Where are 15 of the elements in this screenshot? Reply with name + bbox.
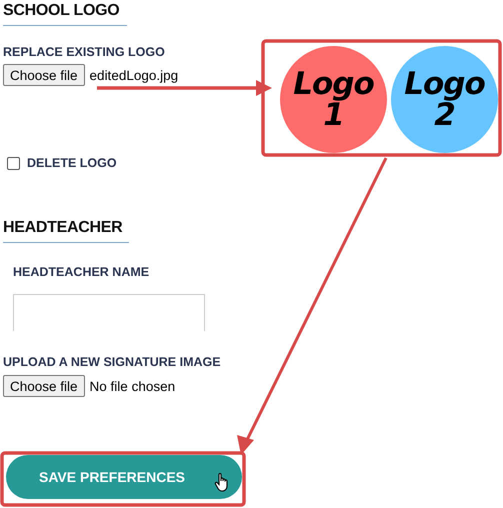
- section-heading: SCHOOL LOGO: [3, 1, 120, 20]
- field-label: REPLACE EXISTING LOGO: [3, 45, 166, 59]
- hand-cursor-icon: [214, 472, 230, 492]
- logo: Logo 1: [280, 46, 387, 153]
- checkbox-label: DELETE LOGO: [27, 156, 117, 170]
- checkbox[interactable]: [7, 156, 20, 170]
- field-label: HEADTEACHER NAME: [13, 265, 150, 279]
- choose-file-button[interactable]: Choose file: [3, 64, 85, 86]
- logo: Logo 2: [391, 46, 498, 153]
- field-label: UPLOAD A NEW SIGNATURE IMAGE: [3, 355, 222, 369]
- file-name: No file chosen: [90, 378, 176, 394]
- name-input-field[interactable]: [13, 294, 205, 331]
- file-name: editedLogo.jpg: [90, 68, 178, 82]
- choose-file-button[interactable]: Choose file: [3, 375, 85, 397]
- section-heading: HEADTEACHER: [3, 218, 124, 237]
